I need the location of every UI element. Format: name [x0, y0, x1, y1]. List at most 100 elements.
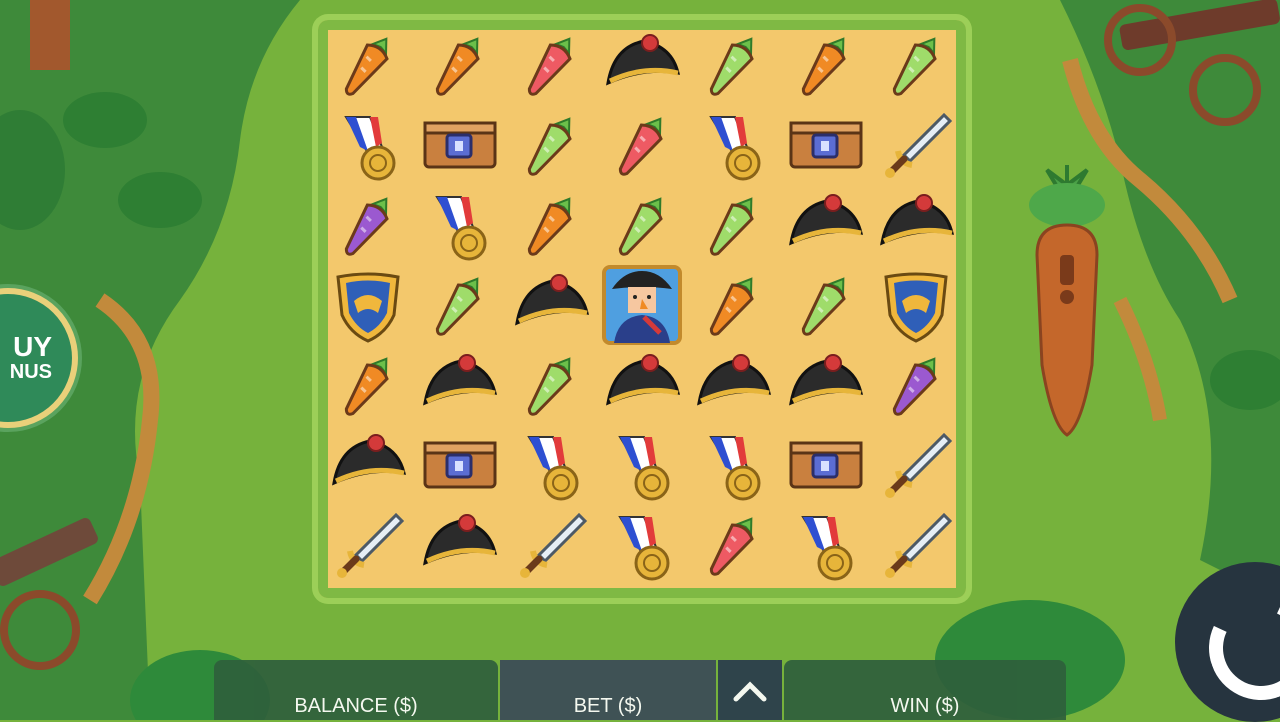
- grid-cell: [322, 505, 413, 585]
- carrot-orange-icon: [710, 277, 755, 336]
- grid-cell: [779, 425, 870, 505]
- grid-cell: [596, 265, 687, 345]
- grid-cell: [413, 25, 504, 105]
- bicorne-hat-icon: [880, 194, 955, 246]
- grid-cell: [688, 105, 779, 185]
- grid-cell: [505, 265, 596, 345]
- grid-cell: [322, 425, 413, 505]
- carrot-green-icon: [801, 277, 846, 336]
- carrot-orange-icon: [527, 197, 572, 256]
- grid-cell: [688, 185, 779, 265]
- giant-carrot-meter-icon: [1029, 165, 1105, 437]
- medal-icon: [618, 436, 670, 501]
- expand-menu-button[interactable]: [718, 660, 782, 720]
- buy-bonus-label-line1: UY: [13, 331, 52, 362]
- bush-icon: [63, 92, 147, 148]
- carrot-pink-icon: [710, 517, 755, 576]
- buy-bonus-label-line2: NUS: [9, 361, 52, 383]
- balance-label: BALANCE ($): [294, 695, 418, 717]
- grid-cell: [779, 25, 870, 105]
- carrot-orange-icon: [344, 37, 389, 96]
- bicorne-hat-icon: [423, 354, 498, 406]
- grid-cell: [322, 345, 413, 425]
- treasure-chest-icon: [423, 121, 497, 169]
- carrot-orange-icon: [801, 37, 846, 96]
- grid-cell: [413, 185, 504, 265]
- grid-cell: [871, 185, 962, 265]
- carrot-green-icon: [435, 277, 480, 336]
- grid-cell: [505, 25, 596, 105]
- grid-cell: [596, 505, 687, 585]
- grid-cell: [871, 425, 962, 505]
- grid-cell: [779, 265, 870, 345]
- carrot-green-icon: [710, 197, 755, 256]
- grid-cell: [779, 105, 870, 185]
- sword-icon: [885, 512, 953, 578]
- grid-cell: [596, 105, 687, 185]
- grid-cell: [688, 505, 779, 585]
- spin-icon: [1194, 581, 1280, 715]
- treasure-chest-icon: [423, 441, 497, 489]
- grid-cell: [871, 25, 962, 105]
- bicorne-hat-icon: [331, 434, 406, 486]
- grid-cell: [413, 265, 504, 345]
- treasure-chest-icon: [789, 121, 863, 169]
- sword-icon: [885, 432, 953, 498]
- carrot-orange-icon: [435, 37, 480, 96]
- carrot-green-icon: [710, 37, 755, 96]
- medal-icon: [801, 516, 853, 581]
- grid-cell: [688, 345, 779, 425]
- grid-cell: [322, 265, 413, 345]
- grid-cell: [871, 265, 962, 345]
- carrot-green-icon: [527, 117, 572, 176]
- grid-cell: [413, 425, 504, 505]
- grid-cell: [413, 345, 504, 425]
- medal-icon: [709, 436, 761, 501]
- bush-icon: [118, 172, 202, 228]
- chevron-up-icon: [733, 681, 767, 702]
- win-panel: WIN ($): [784, 660, 1066, 720]
- bicorne-hat-icon: [788, 194, 863, 246]
- treasure-chest-icon: [789, 441, 863, 489]
- carrot-orange-icon: [344, 357, 389, 416]
- bicorne-hat-icon: [514, 274, 589, 326]
- grid-cell: [779, 185, 870, 265]
- medal-icon: [618, 516, 670, 581]
- carrot-purple-icon: [893, 357, 938, 416]
- grid-cell: [505, 345, 596, 425]
- win-label: WIN ($): [890, 695, 960, 717]
- carrot-pink-icon: [618, 117, 663, 176]
- medal-icon: [435, 196, 487, 261]
- grid-cell: [779, 345, 870, 425]
- symbol-grid: [322, 25, 962, 585]
- bicorne-hat-icon: [788, 354, 863, 406]
- shield-icon: [336, 272, 400, 343]
- bicorne-hat-icon: [606, 34, 680, 86]
- medal-icon: [709, 116, 761, 181]
- grid-cell: [779, 505, 870, 585]
- tree-trunk-icon: [30, 0, 70, 70]
- sword-icon: [885, 112, 953, 178]
- grid-cell: [688, 265, 779, 345]
- grid-cell: [596, 185, 687, 265]
- grid-cell: [322, 105, 413, 185]
- bicorne-hat-icon: [606, 354, 680, 406]
- grid-cell: [871, 505, 962, 585]
- bicorne-hat-icon: [697, 354, 772, 406]
- sword-icon: [519, 512, 587, 578]
- bet-label: BET ($): [573, 695, 643, 717]
- bet-panel[interactable]: BET ($): [500, 660, 716, 720]
- grid-cell: [505, 425, 596, 505]
- grid-cell: [413, 505, 504, 585]
- carrot-green-icon: [618, 197, 663, 256]
- grid-cell: [505, 105, 596, 185]
- grid-cell: [871, 105, 962, 185]
- medal-icon: [526, 436, 579, 501]
- grid-cell: [596, 25, 687, 105]
- carrot-green-icon: [527, 357, 572, 416]
- bottom-bar: BALANCE ($) BET ($) WIN ($): [214, 660, 1066, 720]
- grid-cell: [322, 185, 413, 265]
- napoleon-icon: [601, 265, 682, 345]
- grid-cell: [688, 425, 779, 505]
- grid-cell: [505, 185, 596, 265]
